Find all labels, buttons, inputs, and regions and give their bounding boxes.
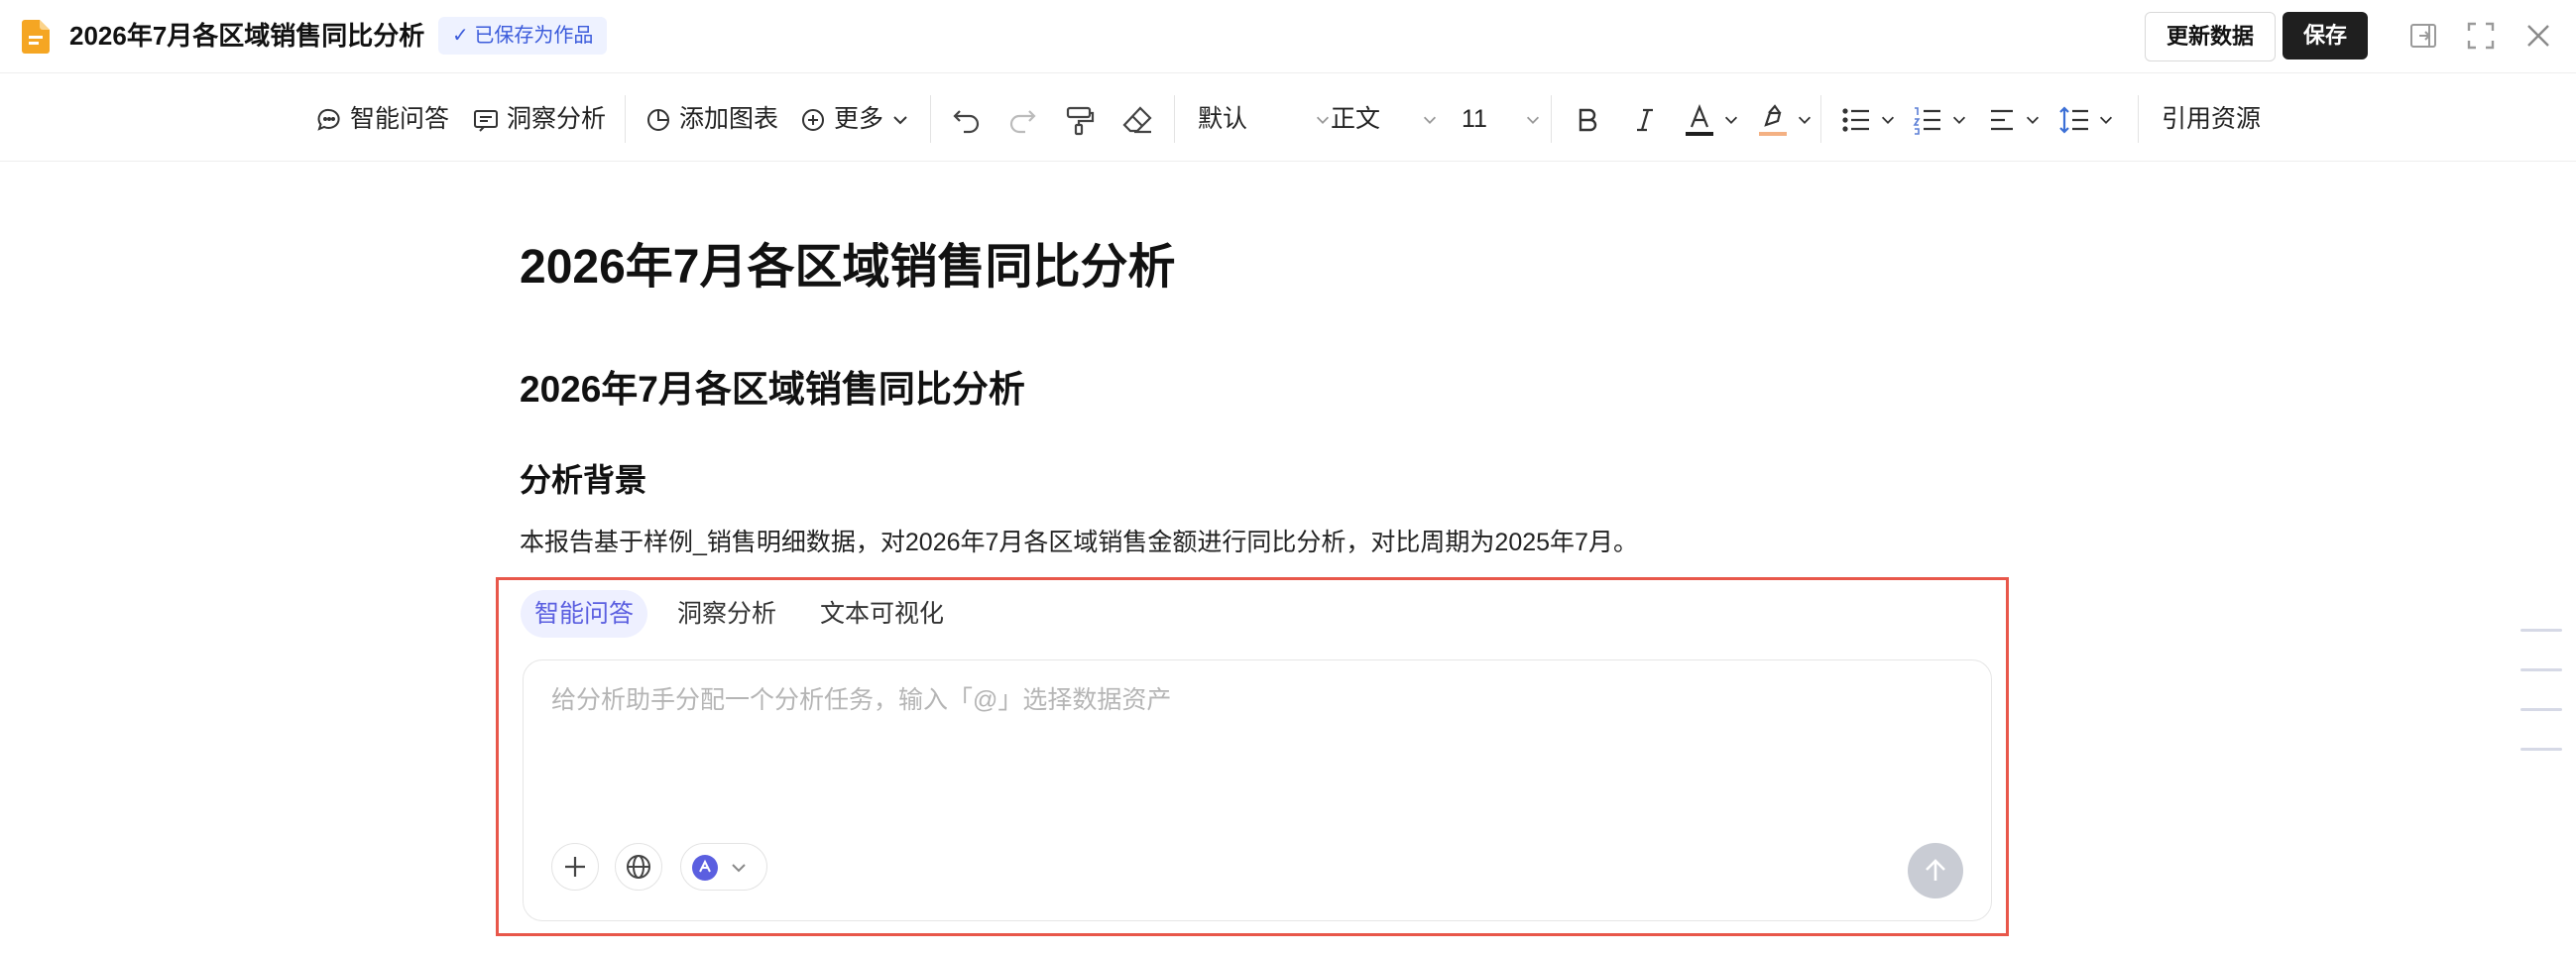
section-heading-background[interactable]: 分析背景 (520, 458, 646, 502)
add-chart-label: 添加图表 (678, 105, 778, 133)
insight-button[interactable]: 洞察分析 (472, 99, 606, 139)
insight-icon (474, 110, 498, 133)
close-icon[interactable] (2522, 20, 2554, 52)
line-spacing-icon (2059, 106, 2088, 134)
send-arrow-icon (1926, 859, 1945, 881)
toolbar-divider (1174, 95, 1175, 143)
exit-panel-icon[interactable] (2407, 20, 2439, 52)
chevron-down-icon (1423, 117, 1437, 125)
outline-marker[interactable] (2520, 748, 2562, 751)
document-heading-2[interactable]: 2026年7月各区域销售同比分析 (520, 365, 1025, 415)
toolbar-divider (930, 95, 931, 143)
align-button[interactable] (1987, 99, 2042, 139)
toolbar-divider (625, 95, 626, 143)
chevron-down-icon (1798, 117, 1811, 125)
send-button[interactable] (1908, 843, 1963, 898)
insight-label: 洞察分析 (506, 105, 606, 133)
add-chart-button[interactable]: 添加图表 (644, 99, 778, 139)
tab-text-visualization[interactable]: 文本可视化 (806, 590, 958, 638)
chevron-down-icon (732, 864, 746, 873)
chevron-down-icon (1724, 117, 1737, 125)
font-size-select[interactable]: 11 (1462, 99, 1542, 139)
outline-marker[interactable] (2520, 629, 2562, 632)
cite-resources-button[interactable]: 引用资源 (2162, 99, 2261, 139)
chat-bubble-icon (317, 109, 340, 132)
save-button[interactable]: 保存 (2283, 12, 2368, 60)
font-family-value: 默认 (1198, 105, 1248, 133)
tab-smart-qa[interactable]: 智能问答 (521, 590, 648, 638)
more-label: 更多 (833, 105, 883, 133)
numbered-list-button[interactable] (1912, 99, 1968, 139)
more-button[interactable]: 更多 (799, 99, 910, 139)
chevron-down-icon (2099, 117, 2112, 125)
chevron-down-icon (1316, 117, 1330, 125)
paragraph-style-select[interactable]: 正文 (1331, 99, 1439, 139)
web-search-button[interactable] (615, 843, 662, 891)
bold-button[interactable] (1573, 99, 1602, 139)
format-painter-icon (1066, 107, 1095, 136)
document-title: 2026年7月各区域销售同比分析 (69, 21, 425, 51)
bullet-list-button[interactable] (1840, 99, 1897, 139)
outline-marker[interactable] (2520, 708, 2562, 711)
eraser-icon (1122, 106, 1152, 134)
editor-toolbar: 智能问答 洞察分析 添加图表 更多 默认 正文 11 引用资源 (0, 79, 2576, 162)
redo-icon (1009, 110, 1036, 134)
smart-qa-button[interactable]: 智能问答 (315, 99, 449, 139)
bold-icon (1579, 109, 1597, 132)
line-spacing-button[interactable] (2058, 99, 2115, 139)
background-paragraph[interactable]: 本报告基于样例_销售明细数据，对2026年7月各区域销售金额进行同比分析，对比周… (520, 524, 1638, 561)
highlight-icon (1759, 104, 1787, 137)
chevron-down-icon (1952, 117, 1965, 125)
doc-file-icon (22, 20, 50, 54)
ai-assistant-panel: 智能问答 洞察分析 文本可视化 给分析助手分配一个分析任务，输入「@」选择数据资… (496, 577, 2009, 936)
saved-status-badge: ✓ 已保存为作品 (438, 17, 608, 55)
fullscreen-icon[interactable] (2465, 20, 2497, 52)
text-color-button[interactable] (1684, 99, 1740, 139)
chevron-down-icon (1526, 117, 1539, 125)
document-heading-1[interactable]: 2026年7月各区域销售同比分析 (520, 238, 1175, 298)
toolbar-divider (2138, 95, 2139, 143)
highlight-button[interactable] (1757, 99, 1814, 139)
numbered-list-icon (1913, 107, 1940, 136)
smart-qa-label: 智能问答 (349, 105, 449, 133)
pie-chart-icon (647, 109, 669, 132)
chevron-down-icon (1881, 117, 1894, 125)
toolbar-divider (1551, 95, 1552, 143)
tab-insight[interactable]: 洞察分析 (663, 590, 790, 638)
undo-icon (953, 110, 980, 134)
ai-input-placeholder[interactable]: 给分析助手分配一个分析任务，输入「@」选择数据资产 (551, 682, 1171, 718)
chevron-down-icon (893, 116, 907, 125)
align-left-icon (1991, 110, 2013, 131)
bullet-list-icon (1842, 108, 1869, 132)
globe-icon (627, 855, 650, 879)
plus-circle-icon (802, 109, 824, 132)
redo-button[interactable] (1005, 99, 1039, 139)
update-data-button[interactable]: 更新数据 (2145, 12, 2276, 61)
title-bar: 2026年7月各区域销售同比分析 ✓ 已保存为作品 更新数据 保存 (0, 0, 2576, 73)
format-painter-button[interactable] (1063, 99, 1097, 139)
paragraph-style-value: 正文 (1331, 105, 1381, 133)
italic-icon (1637, 109, 1653, 132)
toolbar-divider (1820, 95, 1821, 143)
ai-input-box[interactable]: 给分析助手分配一个分析任务，输入「@」选择数据资产 (523, 659, 1992, 921)
font-size-value: 11 (1462, 105, 1487, 133)
italic-button[interactable] (1630, 99, 1660, 139)
model-select[interactable] (680, 843, 767, 891)
add-icon (565, 857, 585, 877)
add-attachment-button[interactable] (551, 843, 599, 891)
font-family-select[interactable]: 默认 (1198, 99, 1332, 139)
text-color-icon (1686, 104, 1713, 137)
undo-button[interactable] (950, 99, 984, 139)
chevron-down-icon (2026, 117, 2039, 125)
model-logo-icon (692, 855, 718, 881)
outline-marker[interactable] (2520, 668, 2562, 671)
clear-format-button[interactable] (1120, 99, 1154, 139)
